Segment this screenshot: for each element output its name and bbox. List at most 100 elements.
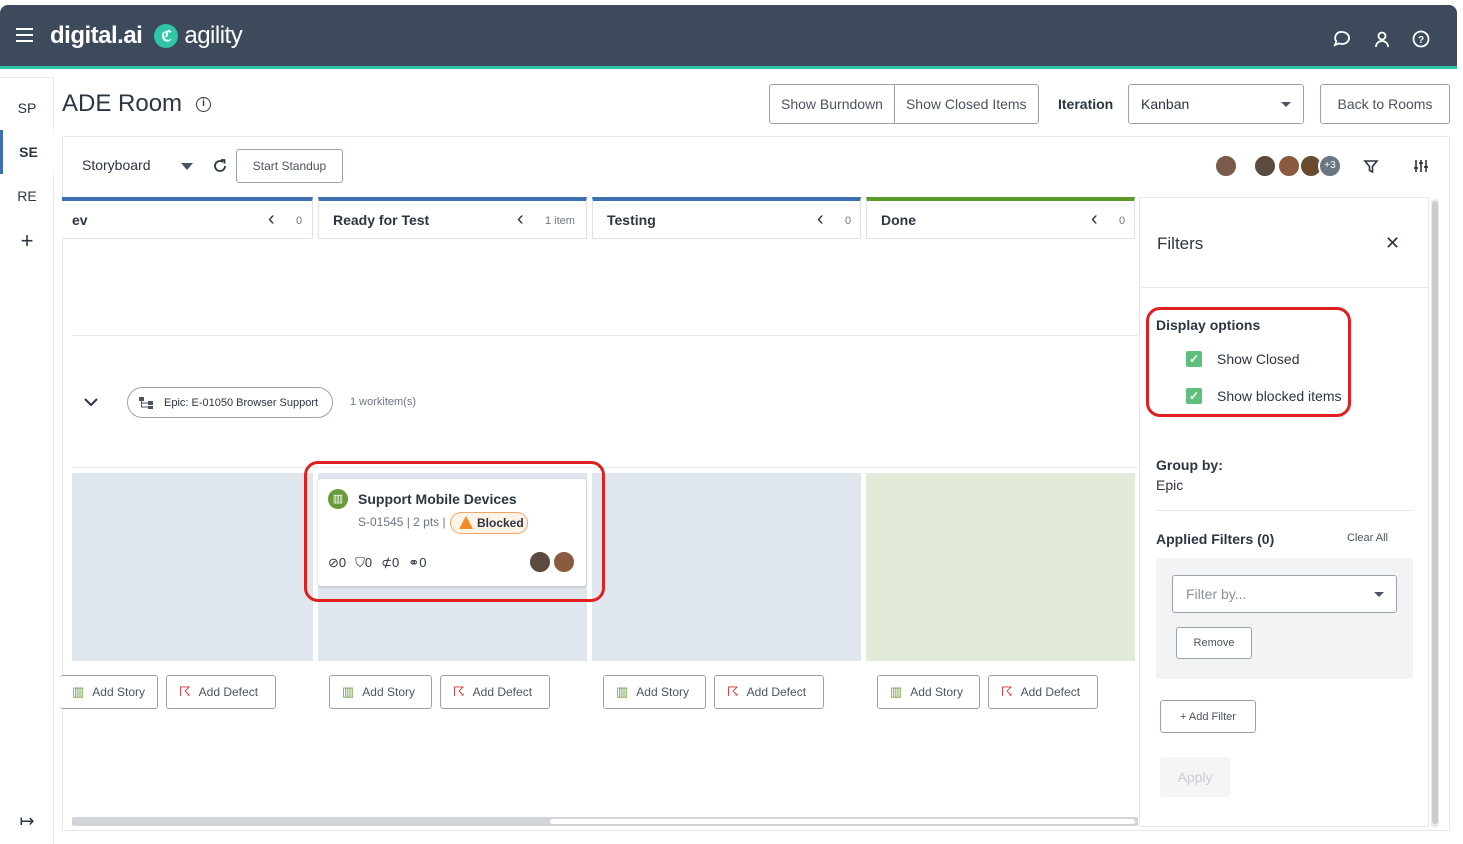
lane-dev [72,473,313,661]
workitem-count: 1 workitem(s) [350,396,417,408]
show-burndown-button[interactable]: Show Burndown [770,85,894,123]
filter-by-placeholder: Filter by... [1186,586,1247,602]
chevron-down-icon[interactable] [83,396,99,408]
divider [72,335,1138,336]
view-select[interactable]: Storyboard [82,157,150,173]
scrollbar-thumb[interactable] [550,819,1135,824]
filters-title: Filters [1157,234,1204,253]
column-count: 0 [296,215,303,227]
back-to-rooms-button[interactable]: Back to Rooms [1320,84,1450,124]
add-defect-button[interactable]: ☈ Add Defect [166,675,276,709]
column-name: Testing [607,212,656,228]
add-defect-button[interactable]: ☈ Add Defect [988,675,1098,709]
add-defect-label: Add Defect [472,685,533,699]
remove-filter-button[interactable]: Remove [1176,627,1252,659]
column-header-ready-for-test: Ready for Test ‹ 1 item [318,197,587,239]
hamburger-menu-icon[interactable] [16,28,33,42]
chevron-down-icon [1374,592,1384,597]
story-book-icon: ▥ [342,684,355,699]
add-story-label: Add Story [92,685,145,699]
add-story-button[interactable]: ▥ Add Story [60,675,158,709]
add-defect-button[interactable]: ☈ Add Defect [714,675,824,709]
collapse-column-icon[interactable]: ‹ [517,208,524,231]
bug-icon: ☈ [453,684,465,699]
add-filter-button[interactable]: + Add Filter [1160,700,1256,733]
help-icon[interactable]: ? [1412,30,1430,48]
avatar[interactable] [1277,154,1301,178]
horizontal-scrollbar[interactable] [72,817,1138,826]
page-title-container: ADE Room i [62,90,212,118]
apply-button[interactable]: Apply [1160,757,1230,797]
add-story-label: Add Story [910,685,963,699]
iteration-select[interactable]: Kanban [1128,84,1304,124]
column-count: 1 item [545,215,575,227]
filter-by-select[interactable]: Filter by... [1172,575,1397,613]
highlight-box-card [304,461,605,602]
divider [72,467,1138,468]
add-defect-label: Add Defect [1020,685,1081,699]
close-icon[interactable]: ✕ [1385,233,1400,254]
column-name: Done [881,212,916,228]
story-book-icon: ▥ [890,684,903,699]
column-name: Ready for Test [333,212,430,228]
group-by-value[interactable]: Epic [1156,477,1183,493]
add-defect-label: Add Defect [198,685,259,699]
add-defect-label: Add Defect [746,685,807,699]
collapse-column-icon[interactable]: ‹ [268,208,275,231]
start-standup-button[interactable]: Start Standup [236,149,343,183]
epic-pill[interactable]: Epic: E-01050 Browser Support [127,387,333,418]
settings-sliders-icon[interactable] [1413,158,1429,174]
add-story-label: Add Story [636,685,689,699]
epic-tree-icon [139,397,153,409]
add-story-button[interactable]: ▥ Add Story [603,675,706,709]
divider [1141,287,1429,288]
add-story-button[interactable]: ▥ Add Story [329,675,432,709]
avatar[interactable] [1253,154,1277,178]
add-defect-button[interactable]: ☈ Add Defect [440,675,550,709]
epic-label: Epic: E-01050 Browser Support [164,396,319,409]
refresh-icon[interactable] [212,158,228,174]
bug-icon: ☈ [179,684,191,699]
story-book-icon: ▥ [72,684,85,699]
vertical-scrollbar[interactable] [1431,199,1439,828]
add-story-button[interactable]: ▥ Add Story [877,675,980,709]
brand-agility: agility [184,22,243,49]
header-toggle-group: Show Burndown Show Closed Items [769,84,1039,124]
avatar[interactable] [1214,154,1238,178]
top-navigation-bar: digital.ai ℭ agility ? [0,5,1457,66]
lane-done [866,473,1135,661]
info-icon[interactable]: i [196,96,212,112]
user-profile-icon[interactable] [1373,30,1391,48]
filter-icon[interactable] [1363,158,1379,174]
iteration-label: Iteration [1058,96,1114,112]
more-avatars-badge[interactable]: +3 [1318,154,1342,178]
sidebar-item-se[interactable]: SE [0,130,54,174]
agility-logo-icon: ℭ [154,24,179,48]
show-closed-items-button[interactable]: Show Closed Items [893,85,1038,123]
brand-digital-ai: digital.ai [50,22,143,49]
bug-icon: ☈ [727,684,739,699]
chat-icon[interactable] [1333,30,1351,48]
sidebar-item-re[interactable]: RE [0,188,54,204]
column-count: 0 [845,215,852,227]
sidebar-top-divider [0,77,54,78]
accent-line [0,66,1457,69]
iteration-select-value: Kanban [1141,96,1190,112]
column-count: 0 [1119,215,1126,227]
column-name: ev [72,212,88,228]
group-by-label: Group by: [1156,457,1223,473]
sidebar-collapse-icon[interactable]: ↦ [0,811,54,832]
scrollbar-thumb[interactable] [1432,201,1438,824]
collapse-column-icon[interactable]: ‹ [1091,208,1098,231]
applied-filters-label: Applied Filters (0) [1156,531,1275,547]
view-select-caret-icon[interactable] [181,163,193,170]
divider [1156,510,1413,511]
sidebar-add-icon[interactable]: + [0,228,54,254]
column-header-done: Done ‹ 0 [866,197,1135,239]
sidebar-item-sp[interactable]: SP [0,100,54,116]
collapse-column-icon[interactable]: ‹ [817,208,824,231]
chevron-down-icon [1281,102,1291,107]
bug-icon: ☈ [1001,684,1013,699]
clear-all-link[interactable]: Clear All [1347,532,1388,544]
lane-testing [592,473,861,661]
